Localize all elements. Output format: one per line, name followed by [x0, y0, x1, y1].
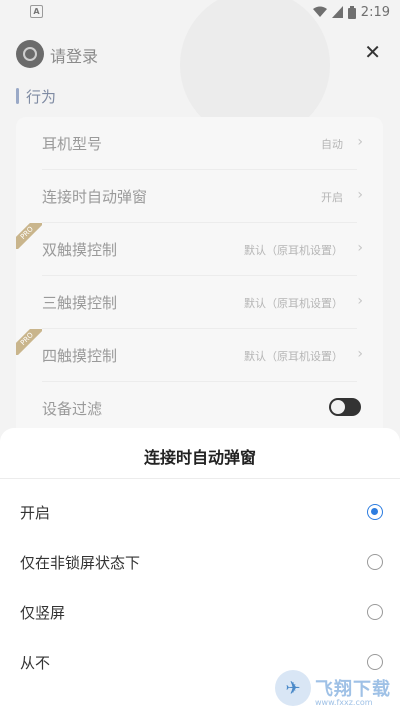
setting-row-triple-touch[interactable]: 三触摸控制 默认（原耳机设置） ›	[16, 276, 383, 329]
option-unlocked-only[interactable]: 仅在非锁屏状态下	[0, 538, 400, 588]
settings-card: 耳机型号 自动 › 连接时自动弹窗 开启 › PRO 双触摸控制 默认（原耳机设…	[16, 117, 383, 447]
section-accent-bar	[16, 88, 19, 104]
setting-label: 连接时自动弹窗	[42, 188, 148, 206]
option-label: 开启	[20, 504, 51, 522]
clock: 2:19	[360, 4, 390, 20]
radio-icon[interactable]	[367, 604, 383, 620]
setting-value: 默认（原耳机设置）	[244, 244, 343, 257]
option-label: 从不	[20, 654, 51, 672]
setting-row-double-touch[interactable]: PRO 双触摸控制 默认（原耳机设置） ›	[16, 223, 383, 276]
radio-icon[interactable]	[367, 554, 383, 570]
setting-label: 三触摸控制	[42, 294, 118, 312]
section-title: 行为	[26, 87, 57, 106]
setting-row-auto-popup[interactable]: 连接时自动弹窗 开启 ›	[16, 170, 383, 223]
setting-value: 自动	[321, 138, 343, 151]
sheet-title: 连接时自动弹窗	[143, 448, 256, 467]
chevron-right-icon: ›	[357, 134, 363, 150]
setting-label: 四触摸控制	[42, 347, 118, 365]
watermark-icon: ✈	[275, 670, 311, 706]
pro-badge: PRO	[16, 329, 42, 355]
radio-selected-icon[interactable]	[367, 504, 383, 520]
watermark-logo: ✈ 飞翔下载 www.fxxz.com	[275, 666, 395, 710]
close-icon[interactable]: ✕	[364, 42, 381, 62]
option-on[interactable]: 开启	[0, 488, 400, 538]
setting-value: 默认（原耳机设置）	[244, 297, 343, 310]
avatar[interactable]	[16, 40, 44, 68]
option-portrait-only[interactable]: 仅竖屏	[0, 588, 400, 638]
chevron-right-icon: ›	[357, 346, 363, 362]
setting-row-headset-model[interactable]: 耳机型号 自动 ›	[16, 117, 383, 170]
chevron-right-icon: ›	[357, 187, 363, 203]
setting-label: 设备过滤	[42, 400, 103, 418]
setting-row-quad-touch[interactable]: PRO 四触摸控制 默认（原耳机设置） ›	[16, 329, 383, 382]
setting-label: 耳机型号	[42, 135, 103, 153]
battery-icon	[347, 5, 356, 19]
section-header: 行为	[16, 86, 56, 106]
notification-icon: A	[30, 5, 43, 18]
chevron-right-icon: ›	[357, 293, 363, 309]
chevron-right-icon: ›	[357, 240, 363, 256]
wifi-icon	[312, 6, 327, 17]
pro-badge: PRO	[16, 223, 42, 249]
setting-label: 双触摸控制	[42, 241, 118, 259]
status-icons: 2:19	[312, 3, 390, 21]
setting-value: 默认（原耳机设置）	[244, 350, 343, 363]
setting-value: 开启	[321, 191, 343, 204]
signal-icon	[331, 6, 343, 18]
device-filter-toggle[interactable]	[329, 398, 361, 416]
watermark-url: www.fxxz.com	[315, 698, 373, 707]
option-label: 仅在非锁屏状态下	[20, 554, 141, 572]
option-label: 仅竖屏	[20, 604, 66, 622]
divider	[0, 478, 400, 479]
login-link[interactable]: 请登录	[50, 43, 98, 67]
